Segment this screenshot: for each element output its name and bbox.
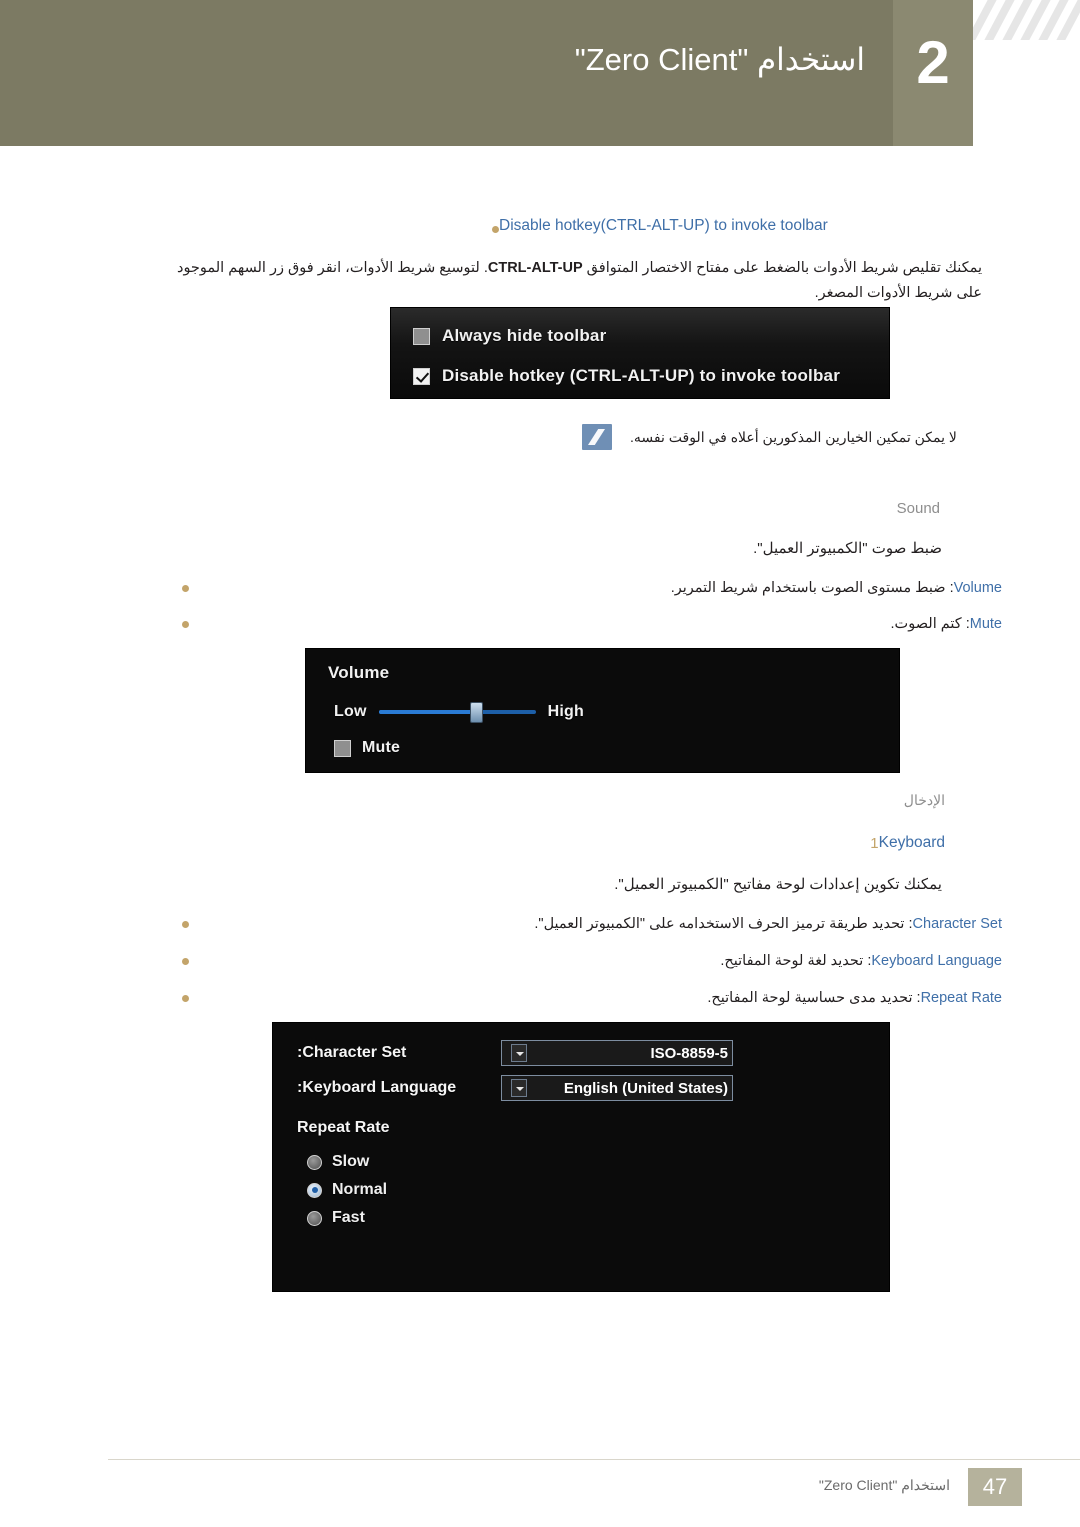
volume-low-label: Low: [334, 703, 367, 720]
always-hide-toolbar-label: Always hide toolbar: [442, 326, 607, 345]
volume-high-label: High: [547, 703, 584, 720]
page-header: 2 استخدام "Zero Client": [0, 0, 1080, 146]
keyboard-screenshot: Character Set: ISO-8859-5 Keyboard Langu…: [272, 1022, 890, 1292]
volume-slider-knob[interactable]: [469, 702, 483, 723]
character-set-value: ISO-8859-5: [650, 1044, 728, 1062]
mute-checkbox[interactable]: [334, 739, 351, 757]
repeat-rate-bullet-row: Repeat Rate: تحديد مدى حساسية لوحة المفا…: [172, 986, 1002, 1011]
chevron-down-icon[interactable]: [511, 1079, 527, 1097]
character-set-description: : تحديد طريقة ترميز الحرف الاستخدامه على…: [534, 916, 913, 932]
keyboard-language-keyword: Keyboard Language: [871, 953, 1002, 969]
disable-hotkey-label: Disable hotkey (CTRL-ALT-UP) to invoke t…: [442, 366, 841, 385]
volume-slider-fill: [378, 710, 476, 714]
radio-normal-icon[interactable]: [307, 1182, 322, 1198]
keyboard-heading: Keyboard: [878, 834, 945, 851]
radio-fast-icon[interactable]: [307, 1210, 322, 1226]
repeat-rate-bullet-text: Repeat Rate: تحديد مدى حساسية لوحة المفا…: [189, 986, 1002, 1011]
note-row: لا يمكن تمكين الخيارين المذكورين أعلاه ف…: [582, 424, 1002, 450]
page-title: استخدام "Zero Client": [574, 42, 865, 77]
bullet-icon: [182, 585, 189, 592]
keyboard-language-bullet-row: Keyboard Language: تحديد لغة لوحة المفات…: [172, 949, 1002, 974]
disable-hotkey-checkbox[interactable]: [413, 367, 430, 385]
volume-screenshot: Volume Low High Mute: [305, 648, 900, 773]
repeat-rate-description: : تحديد مدى حساسية لوحة المفاتيح.: [707, 990, 921, 1006]
keyboard-heading-row: 1 Keyboard: [860, 834, 945, 852]
always-hide-toolbar-row[interactable]: Always hide toolbar: [413, 326, 606, 346]
toolbar-screenshot: Always hide toolbar Disable hotkey (CTRL…: [390, 307, 890, 399]
character-set-bullet-row: Character Set: تحديد طريقة ترميز الحرف ا…: [172, 912, 1002, 937]
bullet-icon: [182, 995, 189, 1002]
repeat-rate-field-label: Repeat Rate: [297, 1119, 390, 1136]
volume-bullet-row: Volume: ضبط مستوى الصوت باستخدام شريط ال…: [172, 576, 1002, 601]
keyboard-language-bullet-text: Keyboard Language: تحديد لغة لوحة المفات…: [189, 949, 1002, 974]
repeat-rate-option-label: Normal: [332, 1181, 388, 1198]
bullet-icon: [182, 621, 189, 628]
repeat-rate-option-slow[interactable]: Slow: [307, 1153, 387, 1171]
page-number: 47: [982, 1474, 1008, 1499]
sound-heading: Sound: [896, 500, 940, 517]
volume-mute-row[interactable]: Mute: [334, 739, 400, 757]
keyboard-language-field-label: Keyboard Language:: [297, 1079, 457, 1096]
page-footer: 47 استخدام "Zero Client": [0, 1459, 1080, 1527]
volume-slider[interactable]: [378, 702, 536, 723]
keyboard-language-description: : تحديد لغة لوحة المفاتيح.: [720, 953, 872, 969]
bullet-icon: [492, 226, 499, 233]
note-text: لا يمكن تمكين الخيارين المذكورين أعلاه ف…: [630, 428, 957, 445]
note-icon: [582, 424, 612, 450]
bullet-icon: [182, 921, 189, 928]
character-set-select[interactable]: ISO-8859-5: [501, 1040, 733, 1066]
input-section-heading: الإدخال: [903, 792, 945, 808]
character-set-keyword: Character Set: [912, 916, 1002, 932]
footer-title: استخدام "Zero Client": [818, 1477, 950, 1493]
keyboard-language-select[interactable]: English (United States): [501, 1075, 733, 1101]
footer-divider: [108, 1459, 1080, 1460]
hotkey-paragraph-prefix: يمكنك تقليص شريط الأدوات بالضغط على مفتا…: [582, 260, 982, 276]
mute-description: : كتم الصوت.: [890, 616, 970, 632]
bullet-icon: [182, 958, 189, 965]
repeat-rate-option-label: Fast: [332, 1209, 365, 1226]
hotkey-heading: Disable hotkey(CTRL-ALT-UP) to invoke to…: [499, 217, 828, 234]
mute-label: Mute: [362, 739, 401, 756]
mute-bullet-row: Mute: كتم الصوت.: [172, 612, 1002, 637]
radio-slow-icon[interactable]: [307, 1154, 322, 1170]
volume-description: : ضبط مستوى الصوت باستخدام شريط التمرير.: [670, 580, 954, 596]
hotkey-keyword: CTRL-ALT-UP: [487, 260, 583, 276]
page-number-box: 47: [968, 1468, 1022, 1506]
character-set-bullet-text: Character Set: تحديد طريقة ترميز الحرف ا…: [189, 912, 1002, 937]
always-hide-toolbar-checkbox[interactable]: [413, 327, 430, 345]
volume-keyword: Volume: [953, 580, 1002, 596]
keyboard-language-value: English (United States): [563, 1079, 728, 1097]
repeat-rate-option-fast[interactable]: Fast: [307, 1209, 387, 1227]
repeat-rate-option-label: Slow: [332, 1153, 370, 1170]
keyboard-step-number: 1: [870, 834, 879, 852]
character-set-field-label: Character Set:: [297, 1044, 407, 1061]
mute-keyword: Mute: [969, 616, 1002, 632]
sound-description: ضبط صوت "الكمبيوتر العميل".: [753, 540, 942, 557]
volume-bullet-text: Volume: ضبط مستوى الصوت باستخدام شريط ال…: [189, 576, 1002, 601]
header-stripe-decoration: [973, 0, 1080, 40]
hotkey-heading-row: Disable hotkey(CTRL-ALT-UP) to invoke to…: [482, 217, 1002, 235]
chapter-number: 2: [916, 29, 950, 96]
repeat-rate-options: Slow Normal Fast: [307, 1153, 387, 1237]
keyboard-description: يمكنك تكوين إعدادات لوحة مفاتيح "الكمبيو…: [614, 876, 942, 893]
mute-bullet-text: Mute: كتم الصوت.: [189, 612, 1002, 637]
repeat-rate-option-normal[interactable]: Normal: [307, 1181, 387, 1199]
chevron-down-icon[interactable]: [511, 1044, 527, 1062]
disable-hotkey-row[interactable]: Disable hotkey (CTRL-ALT-UP) to invoke t…: [413, 366, 840, 386]
repeat-rate-keyword: Repeat Rate: [920, 990, 1002, 1006]
volume-panel-title: Volume: [328, 663, 390, 682]
hotkey-paragraph: يمكنك تقليص شريط الأدوات بالضغط على مفتا…: [162, 256, 982, 305]
volume-slider-row[interactable]: Low High: [334, 702, 584, 723]
